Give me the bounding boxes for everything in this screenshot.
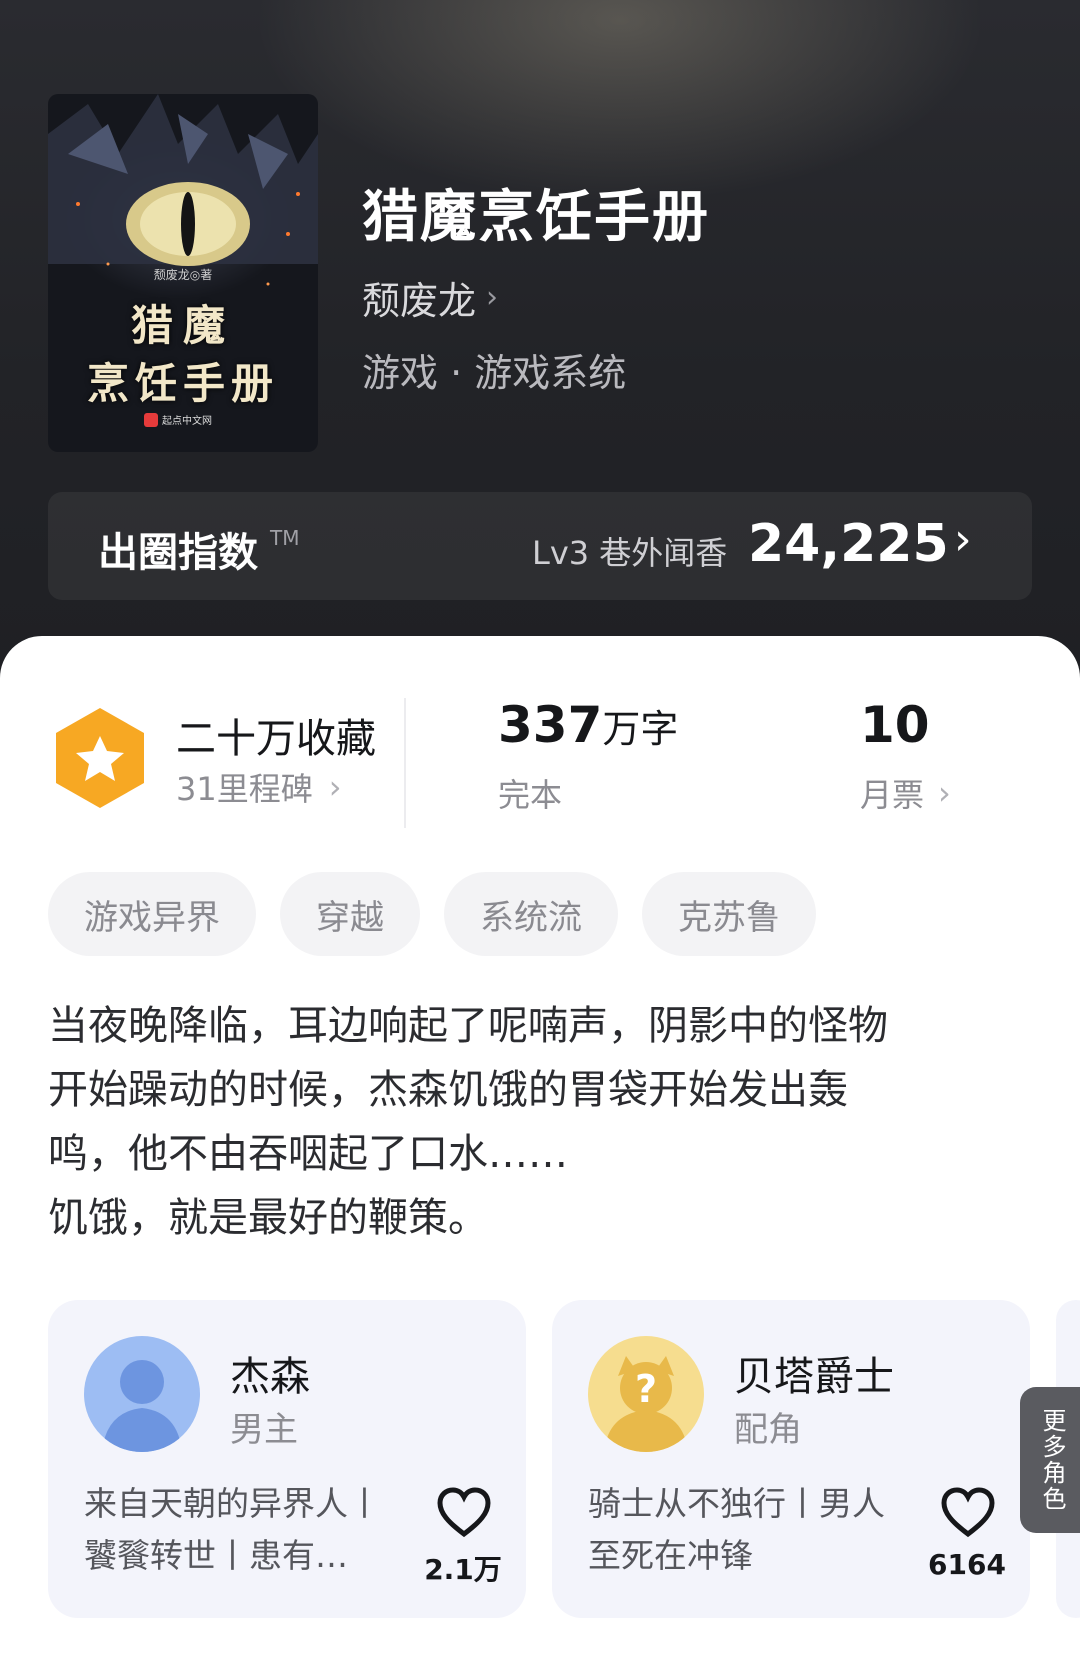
character-description: 来自天朝的异界人丨饕餮转世丨患有… — [84, 1484, 381, 1575]
author-name: 颓废龙 — [362, 279, 477, 323]
synopsis-line: 饥饿，就是最好的鞭策。 — [48, 1195, 488, 1241]
character-role: 男主 — [230, 1410, 298, 1450]
breakout-index-level: Lv3 巷外闻香 — [532, 534, 728, 572]
chevron-right-icon: › — [954, 514, 972, 565]
completion-status: 完本 — [498, 776, 563, 814]
mystery-character-icon: ? — [588, 1336, 704, 1452]
book-category: 游戏 · 游戏系统 — [362, 351, 627, 395]
character-description: 骑士从不独行丨男人至死在冲锋 — [588, 1484, 885, 1575]
monthly-tickets-link[interactable]: 月票 › — [860, 770, 951, 816]
synopsis-line: 当夜晚降临，耳边响起了呢喃声，阴影中的怪物 — [48, 1003, 888, 1049]
character-name: 贝塔爵士 — [734, 1354, 894, 1400]
like-count: 6164 — [928, 1548, 1006, 1581]
star-hexagon-icon — [56, 708, 144, 808]
tag-list: 游戏异界 穿越 系统流 克苏鲁 — [48, 872, 816, 956]
synopsis-line: 鸣，他不由吞咽起了口水…… — [48, 1131, 568, 1177]
cover-author-text: 颓废龙◎著 — [153, 268, 213, 282]
cover-title-line1: 猎魔 — [130, 301, 235, 350]
character-card[interactable]: 杰森 男主 来自天朝的异界人丨饕餮转世丨患有… 2.1万 — [48, 1300, 526, 1618]
monthly-tickets-label: 月票 — [860, 776, 925, 814]
tag-chip[interactable]: 系统流 — [444, 872, 618, 956]
trademark-mark: TM — [270, 526, 300, 550]
chevron-right-icon: › — [938, 774, 951, 812]
character-silhouette-icon — [84, 1336, 200, 1452]
breakout-index-bar[interactable]: 出圈指数 TM Lv3 巷外闻香 24,225 › — [48, 492, 1032, 600]
breakout-index-value: 24,225 — [748, 514, 949, 574]
stats-divider — [404, 698, 406, 828]
milestones-text: 31里程碑 — [176, 770, 313, 808]
avatar — [84, 1336, 200, 1452]
tag-chip[interactable]: 克苏鲁 — [642, 872, 816, 956]
synopsis-line: 开始躁动的时候，杰森饥饿的胃袋开始发出轰 — [48, 1067, 848, 1113]
word-count: 337万字 — [498, 696, 678, 754]
breakout-index-label: 出圈指数 — [98, 530, 258, 576]
monthly-tickets-count: 10 — [860, 696, 930, 754]
character-role: 配角 — [734, 1410, 802, 1450]
word-count-number: 337 — [498, 696, 603, 754]
heart-icon[interactable] — [436, 1486, 492, 1538]
character-name: 杰森 — [230, 1354, 310, 1400]
heart-icon[interactable] — [940, 1486, 996, 1538]
avatar: ? — [588, 1336, 704, 1452]
book-title: 猎魔烹饪手册 — [362, 184, 710, 250]
book-synopsis[interactable]: 当夜晚降临，耳边响起了呢喃声，阴影中的怪物 开始躁动的时候，杰森饥饿的胃袋开始发… — [48, 994, 1008, 1250]
cover-publisher-text: 起点中文网 — [162, 416, 212, 427]
cover-publisher-badge: 起点中文网 — [144, 412, 212, 427]
more-characters-button[interactable]: 更多角色 — [1020, 1387, 1080, 1533]
tag-chip[interactable]: 游戏异界 — [48, 872, 256, 956]
character-card[interactable]: ? 贝塔爵士 配角 骑士从不独行丨男人至死在冲锋 6164 — [552, 1300, 1030, 1618]
more-characters-label: 更多角色 — [1038, 1408, 1066, 1512]
word-count-unit: 万字 — [602, 707, 679, 751]
cover-title-line2: 烹饪手册 — [86, 359, 279, 408]
chevron-right-icon: › — [486, 280, 499, 315]
book-cover[interactable]: 颓废龙◎著 猎魔 烹饪手册 起点中文网 — [48, 94, 318, 452]
publisher-logo-icon — [144, 412, 158, 427]
svg-text:?: ? — [635, 1367, 657, 1411]
book-header: 颓废龙◎著 猎魔 烹饪手册 起点中文网 猎魔烹饪手册 颓废龙 › 游戏 · 游戏… — [0, 0, 1080, 680]
favorites-count: 二十万收藏 — [176, 716, 376, 762]
book-detail-card: 二十万收藏 31里程碑 › 337万字 完本 10 月票 › 游戏异界 穿越 系… — [0, 636, 1080, 1657]
author-link[interactable]: 颓废龙 › — [362, 270, 498, 325]
chevron-right-icon: › — [328, 768, 342, 806]
tag-chip[interactable]: 穿越 — [280, 872, 420, 956]
like-count: 2.1万 — [424, 1553, 502, 1586]
milestones-link[interactable]: 31里程碑 › — [176, 764, 342, 810]
